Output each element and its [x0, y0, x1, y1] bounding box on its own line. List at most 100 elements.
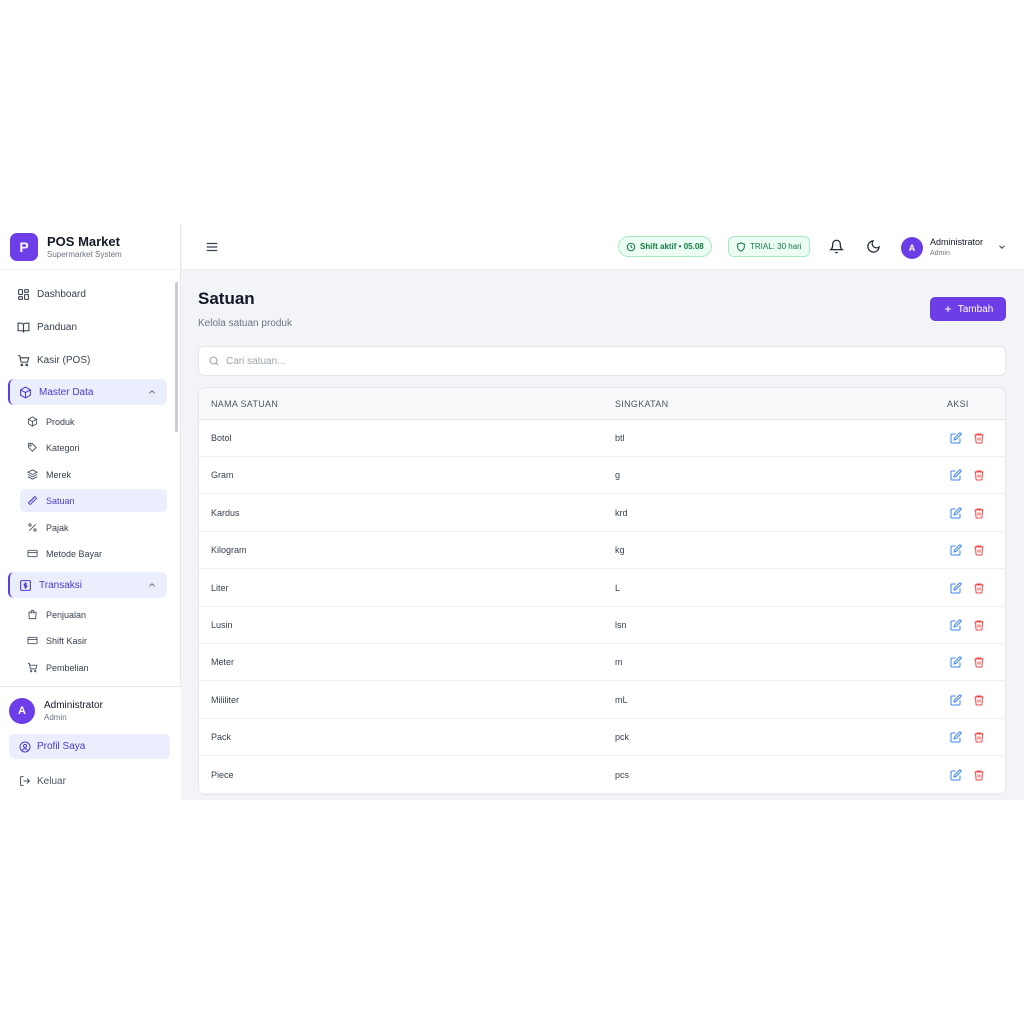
menu-icon[interactable] — [205, 240, 219, 254]
column-header-nama: NAMA SATUAN — [211, 399, 279, 409]
sidebar-item-merek[interactable]: Merek — [20, 463, 167, 486]
page-subtitle: Kelola satuan produk — [198, 318, 292, 329]
column-header-singkatan: SINGKATAN — [615, 399, 669, 409]
table-row: Kilogram kg — [199, 532, 1005, 570]
package-icon — [18, 385, 32, 399]
sidebar-item-label: Satuan — [46, 495, 75, 506]
sidebar-item-pajak[interactable]: Pajak — [20, 516, 167, 539]
sidebar-item-label: Kasir (POS) — [37, 354, 91, 366]
table-row: Pack pck — [199, 719, 1005, 757]
trash-icon[interactable] — [973, 619, 985, 631]
search-icon — [208, 355, 220, 367]
trash-icon[interactable] — [973, 694, 985, 706]
cart-icon — [16, 353, 30, 367]
unit-abbr-cell: krd — [615, 507, 628, 518]
unit-abbr-cell: pck — [615, 732, 630, 743]
sidebar-group-label: Master Data — [39, 386, 94, 398]
trash-icon[interactable] — [973, 769, 985, 781]
profile-label: Profil Saya — [37, 741, 86, 752]
user-name: Administrator — [44, 699, 103, 711]
moon-icon[interactable] — [866, 239, 881, 254]
ruler-icon — [26, 495, 38, 507]
sidebar-nav: Dashboard Panduan Kasir (POS) Master Dat… — [0, 278, 181, 685]
clock-icon — [626, 242, 636, 252]
unit-name-cell: Meter — [211, 657, 235, 668]
edit-icon[interactable] — [950, 619, 962, 631]
app-window: P POS Market Supermarket System Dashboar… — [0, 224, 1024, 800]
edit-icon[interactable] — [950, 544, 962, 556]
sidebar-item-pembelian[interactable]: Pembelian — [20, 656, 167, 679]
unit-name-cell: Kilogram — [211, 545, 247, 556]
add-button[interactable]: Tambah — [930, 297, 1006, 321]
unit-abbr-cell: mL — [615, 694, 628, 705]
sidebar-user-section: A Administrator Admin Profil Saya Keluar — [0, 686, 181, 800]
book-open-icon — [16, 320, 30, 334]
table-header: NAMA SATUAN SINGKATAN AKSI — [199, 388, 1005, 420]
table-row: Piece pcs — [199, 757, 1005, 794]
trash-icon[interactable] — [973, 469, 985, 481]
sidebar-item-panduan[interactable]: Panduan — [8, 314, 167, 340]
edit-icon[interactable] — [950, 656, 962, 668]
sidebar-item-dashboard[interactable]: Dashboard — [8, 281, 167, 307]
sidebar-item-metode-bayar[interactable]: Metode Bayar — [20, 542, 167, 565]
edit-icon[interactable] — [950, 432, 962, 444]
avatar: A — [901, 236, 923, 259]
trash-icon[interactable] — [973, 432, 985, 444]
edit-icon[interactable] — [950, 469, 962, 481]
user-name: Administrator — [930, 237, 984, 247]
sidebar-item-label: Pajak — [46, 522, 69, 533]
cart-icon — [26, 662, 38, 674]
plus-icon — [943, 304, 953, 314]
tag-icon — [26, 442, 38, 454]
user-role: Admin — [44, 712, 67, 722]
chevron-up-icon — [147, 580, 157, 590]
sidebar-item-label: Produk — [46, 416, 75, 427]
sidebar-scrollbar[interactable] — [175, 282, 178, 432]
unit-name-cell: Botol — [211, 433, 232, 443]
logout-button[interactable]: Keluar — [19, 775, 66, 787]
chevron-down-icon[interactable] — [997, 242, 1007, 252]
table-row: Mililiter mL — [199, 682, 1005, 719]
trash-icon[interactable] — [973, 544, 985, 556]
edit-icon[interactable] — [950, 731, 962, 743]
header-user-menu[interactable]: A Administrator Admin — [901, 236, 983, 259]
credit-card-icon — [26, 548, 38, 560]
sidebar-item-kategori[interactable]: Kategori — [20, 436, 167, 459]
search-input[interactable] — [226, 355, 986, 367]
bell-icon[interactable] — [829, 239, 844, 254]
brand[interactable]: P POS Market Supermarket System — [0, 224, 181, 270]
table-row: Lusin lsn — [199, 607, 1005, 644]
edit-icon[interactable] — [950, 694, 962, 706]
trash-icon[interactable] — [973, 656, 985, 668]
sidebar-item-satuan[interactable]: Satuan — [20, 489, 167, 512]
units-table: NAMA SATUAN SINGKATAN AKSI Botol btl Gram g… — [198, 387, 1006, 795]
sidebar-group-transaksi[interactable]: Transaksi — [8, 572, 167, 598]
sidebar-group-master-data[interactable]: Master Data — [8, 379, 167, 405]
sidebar-item-label: Shift Kasir — [46, 635, 88, 646]
sidebar-item-label: Kategori — [46, 442, 80, 453]
trash-icon[interactable] — [973, 582, 985, 594]
table-row: Kardus krd — [199, 495, 1005, 532]
page-title: Satuan — [198, 289, 255, 308]
shield-icon — [736, 241, 746, 252]
sidebar-item-label: Dashboard — [37, 288, 86, 300]
profile-button[interactable]: Profil Saya — [9, 734, 170, 759]
sidebar-item-produk[interactable]: Produk — [20, 410, 167, 433]
unit-name-cell: Liter — [211, 582, 229, 593]
sidebar-item-kasir[interactable]: Kasir (POS) — [8, 347, 167, 373]
trash-icon[interactable] — [973, 731, 985, 743]
logout-icon — [19, 775, 31, 787]
sidebar-item-shift-kasir[interactable]: Shift Kasir — [20, 629, 167, 652]
edit-icon[interactable] — [950, 582, 962, 594]
sidebar-item-penjualan[interactable]: Penjualan — [20, 603, 167, 626]
edit-icon[interactable] — [950, 507, 962, 519]
trial-badge: TRIAL: 30 hari — [728, 236, 810, 257]
unit-abbr-cell: kg — [615, 545, 625, 556]
edit-icon[interactable] — [950, 769, 962, 781]
unit-abbr-cell: L — [615, 582, 621, 593]
table-row: Liter L — [199, 570, 1005, 607]
shift-status-badge: Shift aktif • 05.08 — [618, 236, 712, 257]
trash-icon[interactable] — [973, 507, 985, 519]
unit-abbr-cell: btl — [615, 433, 625, 443]
brand-title: POS Market — [47, 233, 120, 249]
